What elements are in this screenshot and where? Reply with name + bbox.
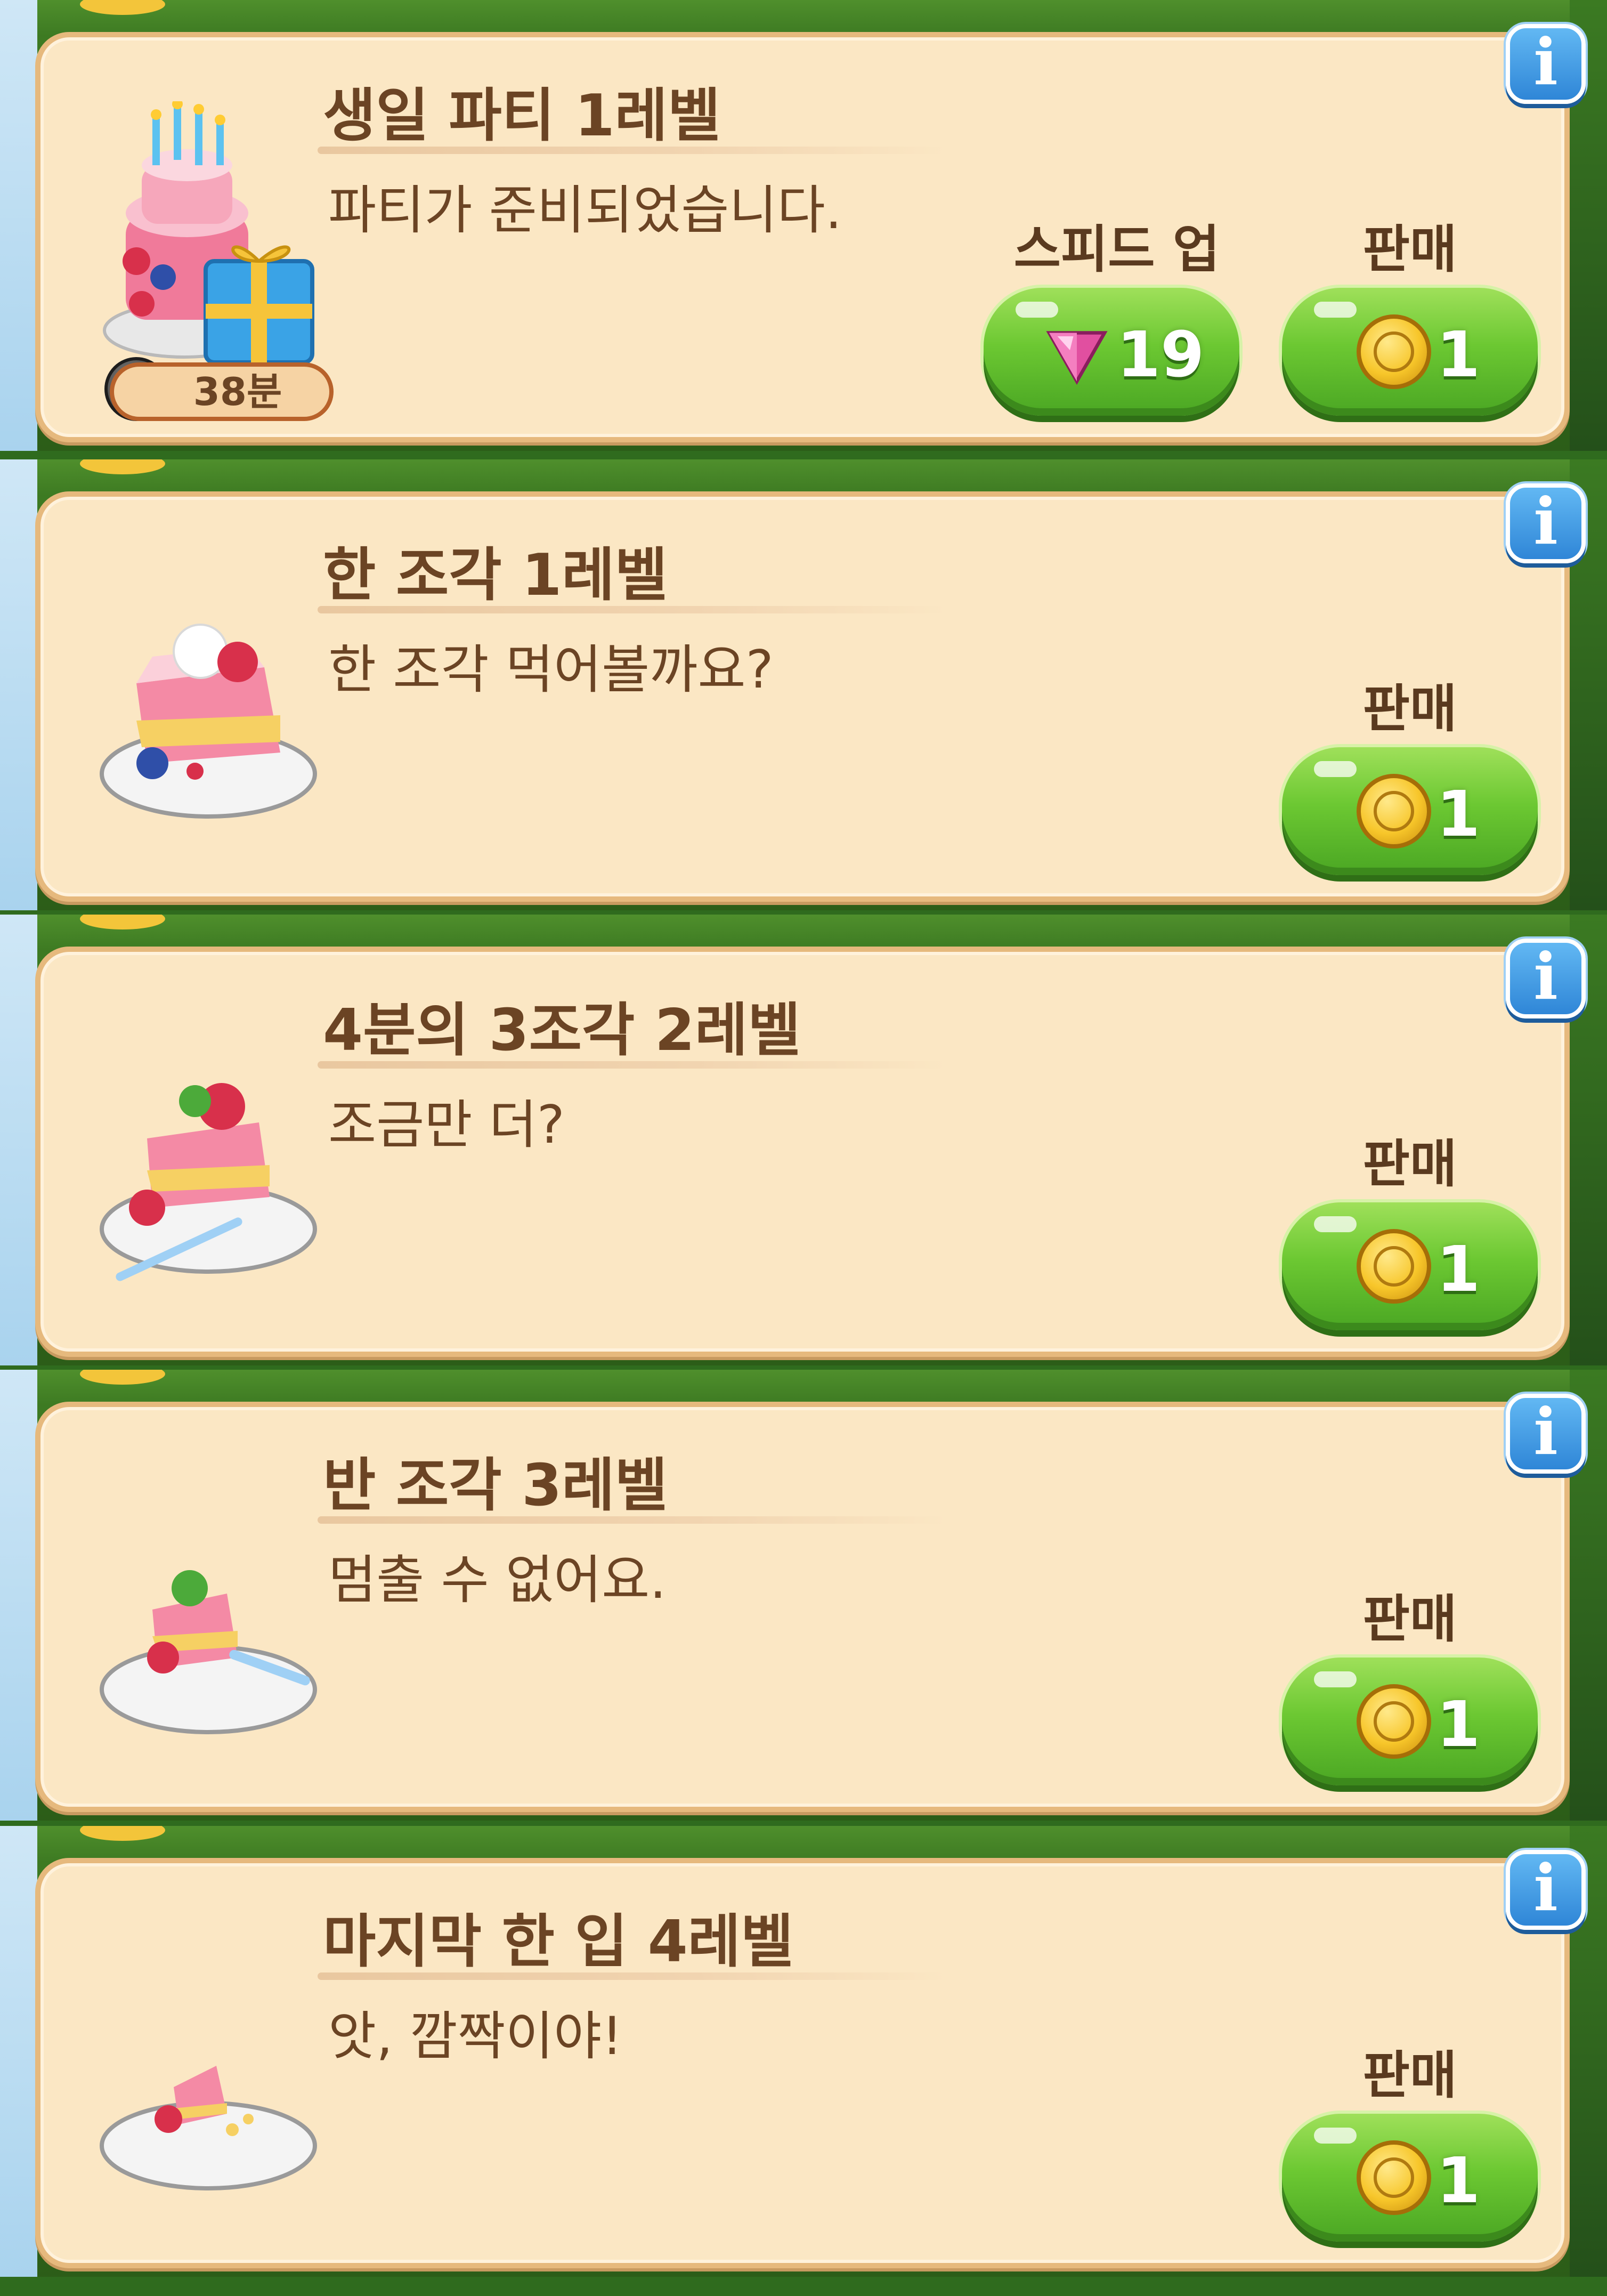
- item-panel: 4분의 3조각 2레벨 조금만 더? 판매 1 i: [0, 915, 1607, 1365]
- item-panel: 38분 생일 파티 1레벨 파티가 준비되었습니다. 스피드 업 19 판매 1…: [0, 0, 1607, 451]
- info-button[interactable]: i: [1506, 24, 1586, 104]
- sell-button[interactable]: 1: [1282, 288, 1538, 416]
- half-cake-slice-icon: [100, 1570, 317, 1734]
- coin-icon: [1357, 2140, 1431, 2215]
- gem-icon: [1046, 331, 1108, 385]
- title-divider: [318, 1516, 946, 1524]
- speed-up-cost: 19: [1117, 318, 1205, 391]
- item-card: 반 조각 3레벨 멈출 수 없어요. 판매 1: [35, 1402, 1570, 1812]
- item-card: 4분의 3조각 2레벨 조금만 더? 판매 1: [35, 947, 1570, 1357]
- cake-slice-icon: [100, 624, 317, 819]
- sell-price: 1: [1436, 1232, 1481, 1306]
- info-button[interactable]: i: [1506, 1850, 1586, 1930]
- timer-badge: 38분: [110, 362, 334, 421]
- speed-up-label: 스피드 업: [1013, 220, 1220, 279]
- info-button[interactable]: i: [1506, 939, 1586, 1018]
- sell-button[interactable]: 1: [1282, 1202, 1538, 1330]
- item-title: 생일 파티 1레벨: [323, 83, 721, 149]
- three-quarter-cake-icon: [100, 1083, 317, 1281]
- item-card: 한 조각 1레벨 한 조각 먹어볼까요? 판매 1: [35, 491, 1570, 902]
- item-description: 파티가 준비되었습니다.: [328, 180, 842, 241]
- sell-button[interactable]: 1: [1282, 2114, 1538, 2242]
- item-title: 한 조각 1레벨: [323, 542, 668, 609]
- title-divider: [318, 1972, 946, 1980]
- item-title: 반 조각 3레벨: [323, 1452, 668, 1519]
- coin-icon: [1357, 1229, 1431, 1304]
- sell-price: 1: [1436, 2144, 1481, 2217]
- sell-label: 판매: [1362, 1134, 1457, 1194]
- item-card: 마지막 한 입 4레벨 앗, 깜짝이야! 판매 1: [35, 1858, 1570, 2268]
- sell-price: 1: [1436, 1687, 1481, 1761]
- title-divider: [318, 147, 946, 154]
- coin-icon: [1357, 774, 1431, 848]
- coin-icon: [1357, 1684, 1431, 1759]
- sell-label: 판매: [1362, 1589, 1457, 1649]
- sell-button[interactable]: 1: [1282, 747, 1538, 875]
- item-title: 4분의 3조각 2레벨: [323, 997, 801, 1064]
- sell-price: 1: [1436, 777, 1481, 851]
- title-divider: [318, 606, 946, 613]
- sell-label: 판매: [1362, 679, 1457, 739]
- item-description: 앗, 깜짝이야!: [328, 2006, 623, 2067]
- speed-up-button[interactable]: 19: [984, 288, 1239, 416]
- item-description: 조금만 더?: [328, 1095, 565, 1155]
- item-description: 멈출 수 없어요.: [328, 1550, 667, 1611]
- sell-button[interactable]: 1: [1282, 1658, 1538, 1785]
- item-title: 마지막 한 입 4레벨: [323, 1909, 794, 1975]
- birthday-cake-gift-icon: [103, 101, 314, 365]
- coin-icon: [1357, 314, 1431, 389]
- title-divider: [318, 1061, 946, 1069]
- sell-price: 1: [1436, 318, 1481, 391]
- sell-label: 판매: [1362, 2046, 1457, 2105]
- item-card: 38분 생일 파티 1레벨 파티가 준비되었습니다. 스피드 업 19 판매 1: [35, 32, 1570, 442]
- last-bite-cake-icon: [100, 2066, 317, 2190]
- item-panel: 반 조각 3레벨 멈출 수 없어요. 판매 1 i: [0, 1370, 1607, 1821]
- info-button[interactable]: i: [1506, 1394, 1586, 1474]
- item-panel: 마지막 한 입 4레벨 앗, 깜짝이야! 판매 1 i: [0, 1826, 1607, 2277]
- info-button[interactable]: i: [1506, 483, 1586, 563]
- sell-label: 판매: [1362, 220, 1457, 279]
- item-description: 한 조각 먹어볼까요?: [328, 640, 774, 700]
- item-panel: 한 조각 1레벨 한 조각 먹어볼까요? 판매 1 i: [0, 459, 1607, 910]
